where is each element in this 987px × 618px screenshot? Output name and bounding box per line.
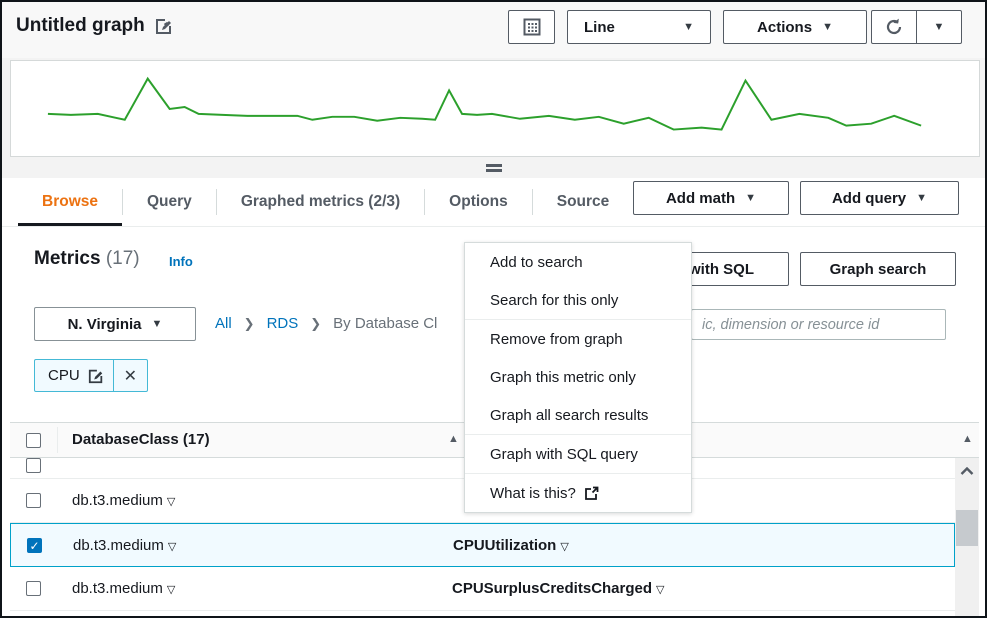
tab-list: BrowseQueryGraphed metrics (2/3)OptionsS… (18, 178, 633, 226)
grid-icon (523, 18, 541, 36)
tab-graphed-metrics-2-3[interactable]: Graphed metrics (2/3) (217, 178, 424, 226)
menu-item-label: Remove from graph (490, 331, 623, 348)
scroll-up-icon[interactable] (955, 464, 979, 478)
tab-source[interactable]: Source (533, 178, 634, 226)
metric-name-value: CPUUtilization (453, 537, 556, 554)
line-chart-canvas (11, 61, 979, 156)
chart-resize-handle[interactable] (486, 164, 502, 173)
external-link-icon (584, 486, 599, 501)
menu-item-graph-all-search-results[interactable]: Graph all search results (465, 396, 691, 434)
table-row[interactable]: ✓ db.t3.medium ▽ CPUUtilization ▽ (10, 523, 955, 567)
menu-item-graph-with-sql-query[interactable]: Graph with SQL query (465, 435, 691, 473)
filter-pill-label: CPU (35, 367, 88, 384)
vertical-scrollbar[interactable] (955, 458, 979, 616)
scrollbar-thumb[interactable] (956, 510, 978, 546)
add-query-button[interactable]: Add query ▼ (800, 181, 959, 215)
menu-item-label: What is this? (490, 485, 576, 502)
graph-search-button[interactable]: Graph search (800, 252, 956, 286)
menu-item-what-is-this[interactable]: What is this? (465, 474, 691, 512)
top-bar: Untitled graph Line ▼ Actions ▼ ▼ (2, 2, 985, 58)
breadcrumb: All ❯ RDS ❯ By Database Cl (215, 315, 437, 332)
row-checkbox[interactable] (26, 458, 41, 473)
chevron-down-icon: ▼ (152, 318, 163, 330)
region-value: N. Virginia (68, 316, 142, 333)
database-class-value: db.t3.medium (72, 580, 163, 597)
column-divider (57, 427, 58, 453)
menu-item-label: Graph all search results (490, 407, 648, 424)
menu-item-remove-from-graph[interactable]: Remove from graph (465, 320, 691, 358)
metric-context-menu: Add to search Search for this only Remove … (464, 242, 692, 513)
metric-line-chart[interactable] (10, 60, 980, 157)
actions-label: Actions (757, 19, 812, 36)
menu-item-label: Graph this metric only (490, 369, 636, 386)
column-header-databaseclass[interactable]: DatabaseClass (17) (72, 431, 210, 448)
tab-query[interactable]: Query (123, 178, 216, 226)
sort-asc-icon[interactable]: ▲ (448, 433, 459, 445)
add-math-button[interactable]: Add math ▼ (633, 181, 789, 215)
breadcrumb-rds[interactable]: RDS (267, 315, 299, 332)
graph-type-value: Line (584, 19, 615, 36)
cell-database-class[interactable]: db.t3.medium ▽ (72, 580, 452, 597)
cell-dropdown-icon[interactable]: ▽ (167, 584, 175, 596)
breadcrumb-all[interactable]: All (215, 315, 232, 332)
add-query-label: Add query (832, 190, 906, 207)
filter-pill-cpu: CPU ✕ (34, 359, 148, 392)
refresh-options-button[interactable]: ▼ (916, 10, 962, 44)
chevron-down-icon: ▼ (934, 21, 945, 33)
table-row[interactable]: db.t3.medium ▽ CPUSurplusCreditsCharged ▽ (10, 567, 955, 611)
cell-dropdown-icon[interactable]: ▽ (656, 584, 664, 596)
metric-name-value: CPUSurplusCreditsCharged (452, 580, 652, 597)
edit-filter-icon[interactable] (88, 368, 104, 384)
graph-type-select[interactable]: Line ▼ (567, 10, 711, 44)
metrics-heading: Metrics (17) (34, 248, 140, 270)
cell-database-class[interactable]: db.t3.medium ▽ (72, 492, 452, 509)
cloudwatch-metrics-window: Untitled graph Line ▼ Actions ▼ ▼ Browse… (0, 0, 987, 618)
menu-item-graph-this-metric-only[interactable]: Graph this metric only (465, 358, 691, 396)
search-input[interactable] (691, 309, 946, 340)
metrics-count: (17) (106, 248, 140, 269)
menu-item-label: Search for this only (490, 292, 618, 309)
select-all-checkbox[interactable] (26, 433, 41, 448)
cell-dropdown-icon[interactable]: ▽ (168, 541, 176, 553)
chevron-down-icon: ▼ (745, 192, 756, 204)
graph-search-label: Graph search (830, 261, 927, 278)
chevron-down-icon: ▼ (916, 192, 927, 204)
menu-item-add-to-search[interactable]: Add to search (465, 243, 691, 281)
breadcrumb-current: By Database Cl (333, 315, 437, 332)
row-checkbox[interactable] (26, 581, 41, 596)
menu-item-label: Graph with SQL query (490, 446, 638, 463)
refresh-button[interactable] (871, 10, 917, 44)
chevron-right-icon: ❯ (244, 316, 255, 332)
cell-dropdown-icon[interactable]: ▽ (560, 541, 568, 553)
chevron-down-icon: ▼ (683, 21, 694, 33)
chevron-right-icon: ❯ (310, 316, 321, 332)
graph-title: Untitled graph (16, 15, 145, 37)
add-math-label: Add math (666, 190, 735, 207)
chevron-down-icon: ▼ (822, 21, 833, 33)
row-checkbox[interactable] (26, 493, 41, 508)
sort-asc-icon[interactable]: ▲ (962, 433, 973, 445)
cell-metric-name[interactable]: CPUUtilization ▽ (453, 537, 569, 554)
menu-item-label: Add to search (490, 254, 583, 271)
tab-options[interactable]: Options (425, 178, 532, 226)
refresh-icon (884, 17, 904, 37)
region-select[interactable]: N. Virginia ▼ (34, 307, 196, 341)
metrics-heading-text: Metrics (34, 248, 101, 269)
edit-title-icon[interactable] (155, 17, 173, 35)
number-widget-button[interactable] (508, 10, 555, 44)
row-checkbox-checked[interactable]: ✓ (27, 538, 42, 553)
info-link[interactable]: Info (169, 254, 193, 269)
menu-item-search-for-this-only[interactable]: Search for this only (465, 281, 691, 319)
cell-metric-name[interactable]: CPUSurplusCreditsCharged ▽ (452, 580, 665, 597)
database-class-value: db.t3.medium (73, 537, 164, 554)
tab-browse[interactable]: Browse (18, 178, 122, 226)
with-sql-label: with SQL (689, 261, 754, 278)
database-class-value: db.t3.medium (72, 492, 163, 509)
remove-filter-icon[interactable]: ✕ (114, 366, 147, 386)
cell-dropdown-icon[interactable]: ▽ (167, 496, 175, 508)
cell-database-class[interactable]: db.t3.medium ▽ (73, 537, 453, 554)
actions-button[interactable]: Actions ▼ (723, 10, 867, 44)
